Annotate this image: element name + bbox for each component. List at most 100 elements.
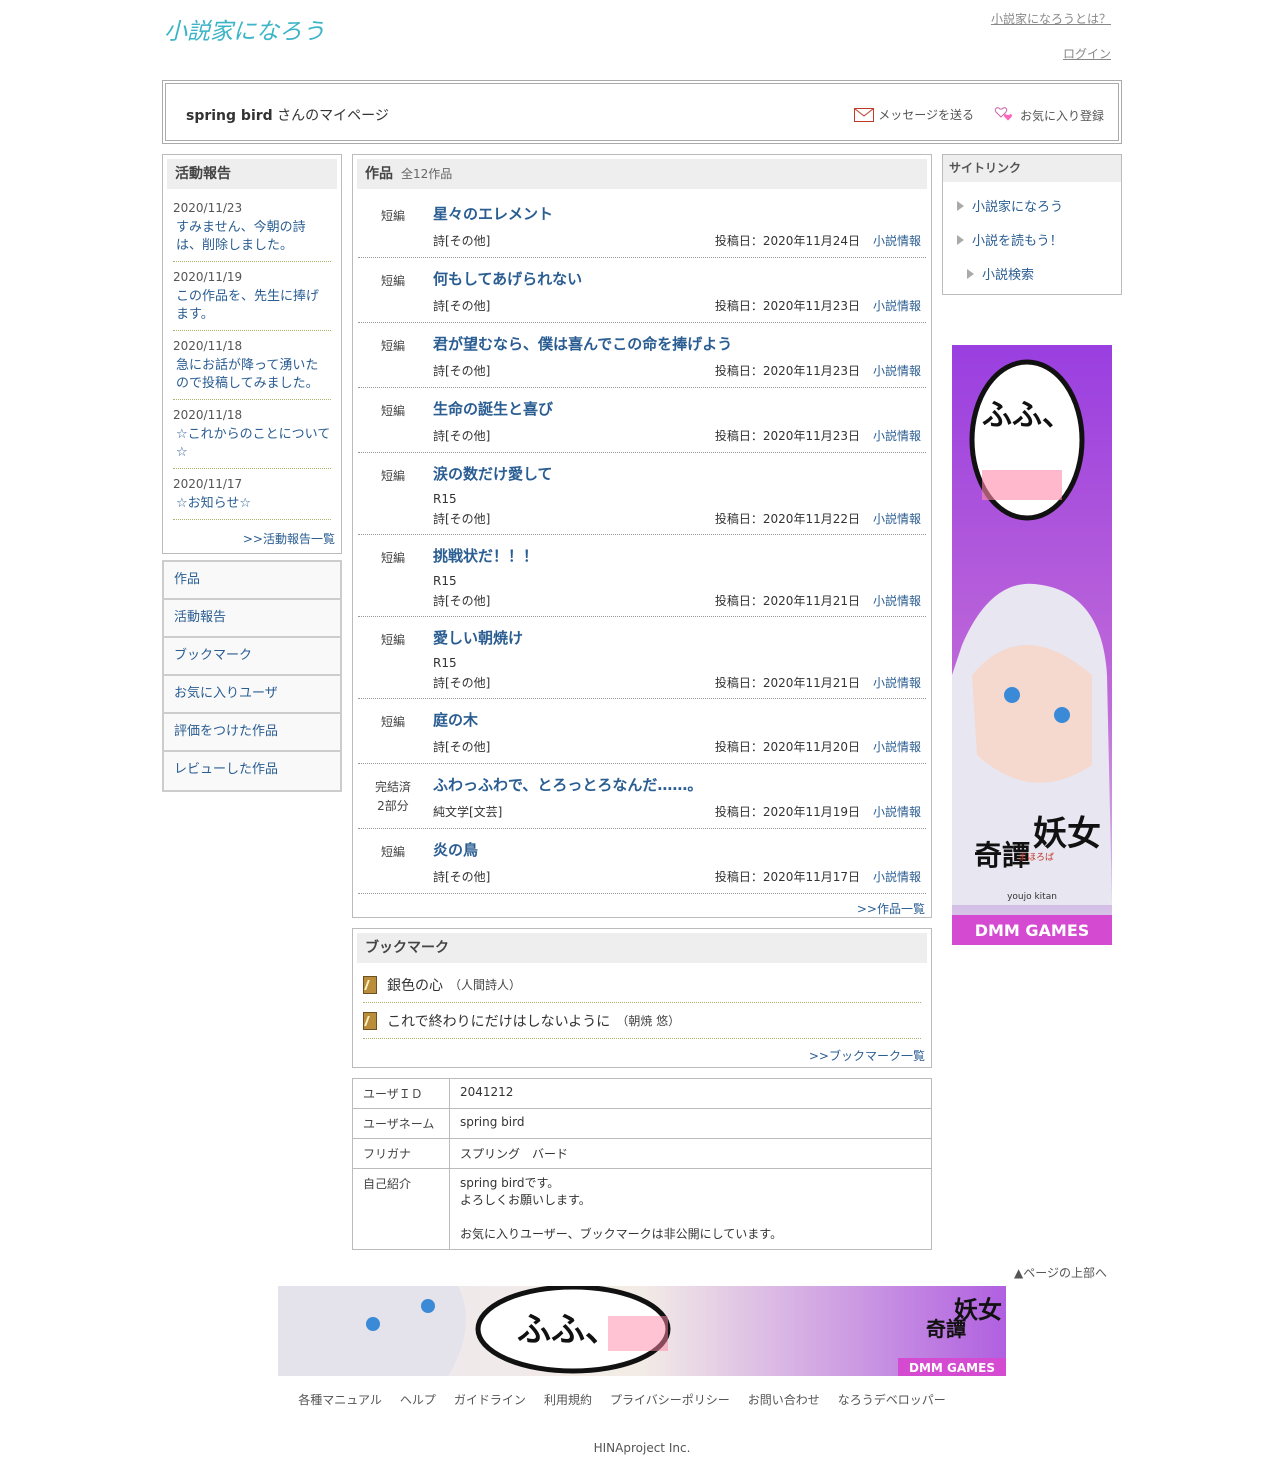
work-kind: 短編	[358, 402, 428, 421]
book-icon	[363, 975, 377, 994]
work-info-link[interactable]: 小説情報	[873, 362, 921, 379]
work-title-link[interactable]: 庭の木	[433, 709, 478, 730]
bookmark-item[interactable]: これで終わりにだけはしないように （朝焼 悠）	[363, 1003, 921, 1039]
ad-character	[278, 1286, 466, 1376]
work-title-link[interactable]: 涙の数だけ愛して	[433, 463, 553, 484]
work-kind: 短編	[358, 549, 428, 568]
work-kind: 短編	[358, 713, 428, 732]
work-title-link[interactable]: 君が望むなら、僕は喜んでこの命を捧げよう	[433, 333, 732, 354]
menu-item[interactable]: お気に入りユーザ	[164, 676, 340, 714]
bookmark-item[interactable]: 銀色の心 （人間詩人）	[363, 967, 921, 1003]
activity-item[interactable]: 2020/11/17 ☆お知らせ☆	[173, 469, 331, 520]
bookmark-box: ブックマーク 銀色の心 （人間詩人） これで終わりにだけはしないように （朝焼 悠） …	[352, 928, 932, 1068]
footer-link[interactable]: お問い合わせ	[748, 1393, 820, 1407]
work-kind-line: 短編	[380, 274, 405, 288]
work-info-link[interactable]: 小説情報	[873, 592, 921, 609]
profile-key: ユーザＩＤ	[352, 1078, 450, 1109]
work-title-link[interactable]: ふわっふわで、とろっとろなんだ……。	[433, 774, 702, 795]
site-link-search[interactable]: 小説検索	[967, 264, 1034, 283]
activity-title[interactable]: ☆これからのことについて☆	[173, 426, 331, 462]
work-title-link[interactable]: 挑戦状だ！！！	[433, 545, 538, 566]
bookmark-title[interactable]: 銀色の心	[387, 975, 443, 995]
site-link-yomou[interactable]: 小説を読もう！	[957, 230, 1063, 249]
activity-report-more-link[interactable]: >>活動報告一覧	[163, 520, 341, 553]
work-date: 投稿日：2020年11月20日	[714, 740, 860, 754]
mypage-menu: 作品 活動報告 ブックマーク お気に入りユーザ 評価をつけた作品 レビューした作品	[162, 560, 342, 792]
work-title-link[interactable]: 星々のエレメント	[433, 203, 553, 224]
work-title-link[interactable]: 生命の誕生と喜び	[433, 398, 553, 419]
logo-text: 小説家になろう	[164, 19, 325, 45]
work-kind: 短編	[358, 272, 428, 291]
work-row: 短編 炎の鳥 詩[その他] 投稿日：2020年11月17日 小説情報	[358, 829, 926, 894]
bookmark-more-link[interactable]: >>ブックマーク一覧	[353, 1039, 931, 1070]
about-link[interactable]: 小説家になろうとは？	[991, 10, 1111, 27]
ad-subtitle: まほろば	[1018, 852, 1054, 863]
work-row: 短編 愛しい朝焼け R15 詩[その他] 投稿日：2020年11月21日 小説情報	[358, 617, 926, 699]
footer-link[interactable]: プライバシーポリシー	[610, 1393, 730, 1407]
work-genre: 詩[その他]	[433, 364, 491, 378]
menu-item[interactable]: ブックマーク	[164, 638, 340, 676]
work-kind-line: 短編	[380, 715, 405, 729]
heart-icon	[994, 107, 1013, 121]
profile-key: ユーザネーム	[352, 1108, 450, 1139]
footer-link[interactable]: 各種マニュアル	[298, 1393, 382, 1407]
work-info-link[interactable]: 小説情報	[873, 510, 921, 527]
work-date: 投稿日：2020年11月19日	[714, 805, 860, 819]
work-r15-label: R15	[433, 492, 457, 506]
work-title-link[interactable]: 炎の鳥	[433, 839, 478, 860]
favorite-register-button[interactable]: お気に入り登録	[994, 106, 1104, 124]
profile-intro-line: お気に入りユーザー、ブックマークは非公開にしています。	[460, 1227, 783, 1241]
activity-title[interactable]: すみません、今朝の詩は、削除しました。	[173, 219, 331, 255]
activity-item[interactable]: 2020/11/19 この作品を、先生に捧げます。	[173, 262, 331, 331]
work-info-link[interactable]: 小説情報	[873, 868, 921, 885]
work-info-link[interactable]: 小説情報	[873, 297, 921, 314]
page-top-link[interactable]: ▲ページの上部へ	[1014, 1264, 1107, 1281]
activity-item[interactable]: 2020/11/23 すみません、今朝の詩は、削除しました。	[173, 193, 331, 262]
work-row: 短編 星々のエレメント 詩[その他] 投稿日：2020年11月24日 小説情報	[358, 193, 926, 258]
menu-item[interactable]: レビューした作品	[164, 752, 340, 790]
menu-item[interactable]: 活動報告	[164, 600, 340, 638]
work-title-link[interactable]: 何もしてあげられない	[433, 268, 582, 289]
send-message-button[interactable]: メッセージを送る	[854, 106, 974, 123]
bookmark-title: ブックマーク	[357, 933, 927, 963]
ad-bottom-brand: DMM GAMES	[909, 1361, 995, 1375]
work-row: 短編 何もしてあげられない 詩[その他] 投稿日：2020年11月23日 小説情報	[358, 258, 926, 323]
activity-title[interactable]: この作品を、先生に捧げます。	[173, 288, 331, 324]
site-logo[interactable]: 小説家になろう	[162, 12, 332, 48]
activity-item[interactable]: 2020/11/18 急にお話が降って湧いたので投稿してみました。	[173, 331, 331, 400]
profile-row: ユーザネーム spring bird	[352, 1108, 932, 1139]
footer-link[interactable]: ガイドライン	[454, 1393, 526, 1407]
work-row: 短編 庭の木 詩[その他] 投稿日：2020年11月20日 小説情報	[358, 699, 926, 764]
work-genre: 詩[その他]	[433, 512, 491, 526]
work-date: 投稿日：2020年11月23日	[714, 429, 860, 443]
work-kind: 短編	[358, 631, 428, 650]
work-kind: 短編	[358, 207, 428, 226]
work-info-link[interactable]: 小説情報	[873, 232, 921, 249]
activity-title[interactable]: 急にお話が降って湧いたので投稿してみました。	[173, 357, 331, 393]
activity-date: 2020/11/23	[173, 201, 243, 215]
work-row: 短編 挑戦状だ！！！ R15 詩[その他] 投稿日：2020年11月21日 小説情報	[358, 535, 926, 617]
menu-item[interactable]: 評価をつけた作品	[164, 714, 340, 752]
work-kind-line: 短編	[380, 551, 405, 565]
activity-title[interactable]: ☆お知らせ☆	[173, 495, 331, 513]
profile-value: spring bird	[449, 1108, 932, 1139]
login-link[interactable]: ログイン	[1063, 45, 1111, 62]
work-info-link[interactable]: 小説情報	[873, 738, 921, 755]
footer-link[interactable]: ヘルプ	[400, 1393, 436, 1407]
bottom-ad-banner[interactable]: ふふ、 妖女 奇譚 DMM GAMES	[278, 1286, 1006, 1376]
works-more-link[interactable]: >>作品一覧	[353, 894, 931, 923]
work-info-link[interactable]: 小説情報	[873, 427, 921, 444]
work-title-link[interactable]: 愛しい朝焼け	[433, 627, 523, 648]
footer-link[interactable]: なろうデベロッパー	[838, 1393, 946, 1407]
bookmark-title[interactable]: これで終わりにだけはしないように	[387, 1011, 610, 1031]
menu-item[interactable]: 作品	[164, 562, 340, 600]
work-info-link[interactable]: 小説情報	[873, 803, 921, 820]
work-genre: 詩[その他]	[433, 234, 491, 248]
activity-item[interactable]: 2020/11/18 ☆これからのことについて☆	[173, 400, 331, 469]
work-info-link[interactable]: 小説情報	[873, 674, 921, 691]
profile-key: フリガナ	[352, 1138, 450, 1169]
profile-key: 自己紹介	[352, 1168, 450, 1250]
site-link-narou[interactable]: 小説家になろう	[957, 196, 1063, 215]
side-ad-banner[interactable]: ふふ、 妖女 奇譚 まほろば youjo kitan DMM GAMES	[952, 345, 1112, 945]
footer-link[interactable]: 利用規約	[544, 1393, 592, 1407]
